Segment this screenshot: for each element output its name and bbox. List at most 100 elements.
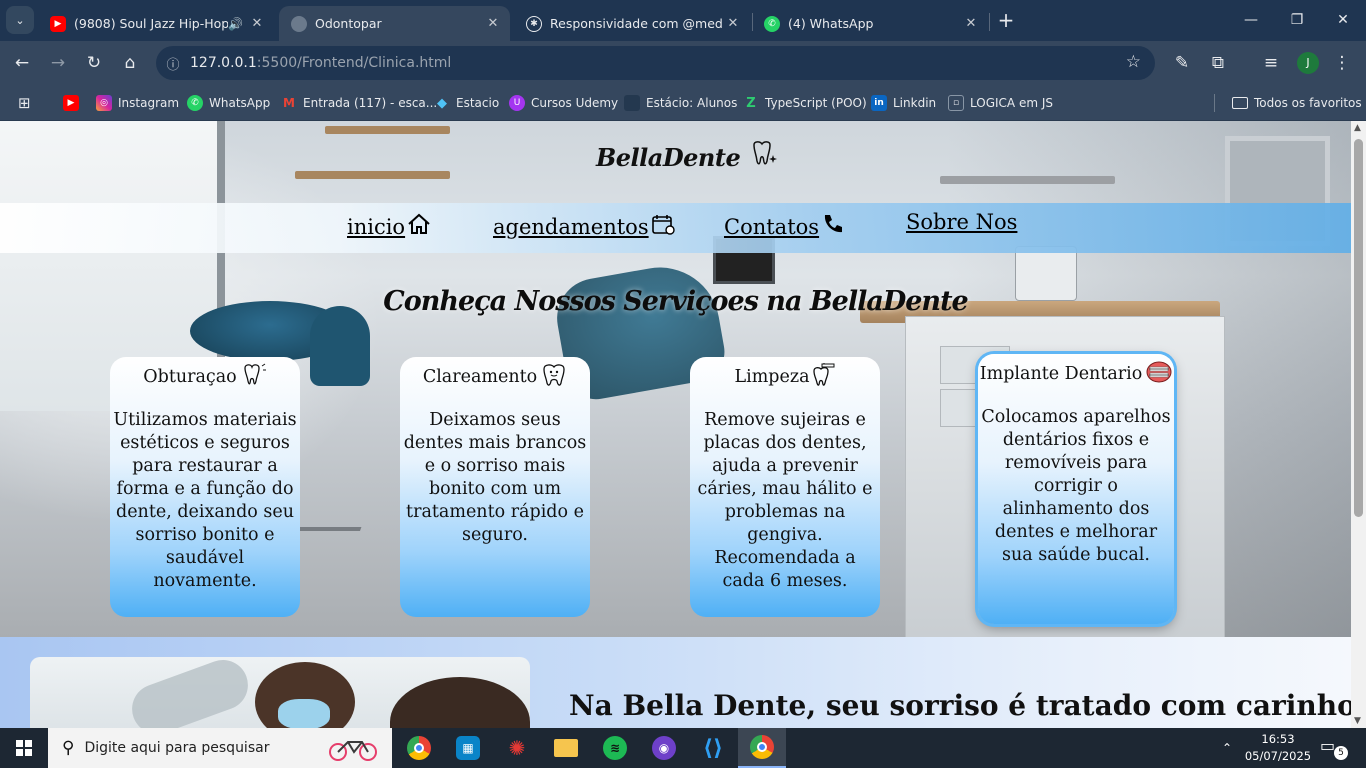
main-navigation: inicio agendamentos Contatos Sobre Nos — [0, 203, 1351, 253]
card-description: Utilizamos materiais estéticos e seguros… — [113, 410, 297, 591]
tooth-sparkle-icon — [748, 139, 778, 175]
scroll-up-icon[interactable]: ▲ — [1354, 123, 1361, 133]
card-title: Clareamento — [422, 367, 538, 387]
chevron-down-icon: ⌄ — [15, 13, 25, 27]
windows-logo-icon — [16, 740, 32, 756]
tab-odontopar[interactable]: Odontopar ✕ — [279, 6, 510, 41]
taskbar-vscode[interactable]: ⟨⟩ — [689, 728, 737, 768]
card-header: Clareamento — [400, 363, 590, 391]
more-menu-icon[interactable]: ⋮ — [1328, 49, 1356, 77]
close-tab-icon[interactable]: ✕ — [482, 16, 504, 31]
notification-icon: ▭ — [1320, 736, 1336, 755]
nav-sobre-nos[interactable]: Sobre Nos — [906, 210, 1017, 234]
notifications-button[interactable]: ▭ 5 — [1320, 736, 1350, 762]
clock-time: 16:53 — [1261, 732, 1295, 746]
gmail-icon: M — [283, 96, 295, 110]
bookmark-whatsapp[interactable]: ✆ WhatsApp — [187, 93, 270, 113]
media-control-icon[interactable]: ≡ — [1257, 49, 1285, 77]
bookmark-estacio[interactable]: ◆ Estacio — [434, 93, 499, 113]
card-header: Obturaçao — [110, 363, 300, 391]
scroll-thumb[interactable] — [1354, 139, 1363, 517]
shelf-image — [295, 171, 450, 179]
close-tab-icon[interactable]: ✕ — [246, 16, 268, 31]
taskbar-chrome-profile[interactable] — [738, 728, 786, 768]
lamp-image — [125, 657, 255, 728]
nav-agendamentos[interactable]: agendamentos — [493, 213, 675, 240]
bookmark-linkedin[interactable]: in Linkdin — [871, 93, 936, 113]
tooth-brush-icon — [810, 361, 836, 392]
card-title: Obturaçao — [143, 367, 237, 387]
taskbar-github[interactable]: ◉ — [640, 728, 688, 768]
bookmark-logica[interactable]: ▫ LOGICA em JS — [948, 93, 1053, 113]
taskbar-chrome[interactable] — [395, 728, 443, 768]
tab-search-button[interactable]: ⌄ — [6, 6, 34, 34]
back-icon[interactable]: ← — [8, 49, 36, 77]
reload-icon[interactable]: ↻ — [80, 49, 108, 77]
page-scrollbar[interactable]: ▲ ▼ — [1351, 121, 1366, 728]
taskbar-spotify[interactable]: ≋ — [591, 728, 639, 768]
taskbar-clock[interactable]: 16:53 05/07/2025 — [1243, 731, 1313, 765]
card-description: Deixamos seus dentes mais brancos e o so… — [403, 410, 587, 545]
bookmark-typescript[interactable]: Z TypeScript (POO) — [743, 93, 866, 113]
nav-label: Sobre Nos — [906, 210, 1018, 234]
bookmark-instagram[interactable]: ◎ Instagram — [96, 93, 179, 113]
service-card-obturacao[interactable]: Obturaçao Utilizamos materiais estéticos… — [110, 357, 300, 617]
tab-whatsapp[interactable]: ✆ (4) WhatsApp ✕ — [752, 6, 988, 41]
estacio-alunos-icon — [624, 95, 640, 111]
tab-youtube[interactable]: ▶ (9808) Soul Jazz Hip-Hop Playlist 🔊 ✕ — [38, 6, 274, 41]
bookmark-youtube[interactable]: ▶ — [63, 93, 85, 113]
folder-icon — [1232, 97, 1248, 109]
new-tab-button[interactable]: + — [993, 8, 1019, 34]
service-card-limpeza[interactable]: Limpeza Remove sujeiras e placas dos den… — [690, 357, 880, 617]
card-title: Implante Dentario — [979, 364, 1143, 384]
bookmark-estacio-alunos[interactable]: Estácio: Alunos — [624, 93, 737, 113]
card-title: Limpeza — [734, 367, 810, 387]
address-bar[interactable]: ⓘ 127.0.0.1:5500/Frontend/Clinica.html ☆ — [156, 46, 1155, 80]
shelf-image — [325, 126, 450, 134]
speaker-icon[interactable]: 🔊 — [228, 17, 246, 31]
minimize-button[interactable]: — — [1228, 0, 1274, 40]
bicycle-icon — [329, 741, 377, 761]
close-window-button[interactable]: ✕ — [1320, 0, 1366, 40]
globe-icon — [291, 15, 307, 32]
eyedropper-icon[interactable]: ✎ — [1168, 49, 1196, 77]
store-icon: ▦ — [456, 736, 480, 760]
about-heading: Na Bella Dente, seu sorriso é tratado co… — [569, 689, 1351, 722]
tray-chevron-icon[interactable]: ⌃ — [1222, 728, 1232, 768]
forward-icon[interactable]: → — [44, 49, 72, 77]
taskbar-explorer[interactable] — [542, 728, 590, 768]
apps-grid-icon[interactable]: ⊞ — [18, 93, 31, 113]
extensions-icon[interactable]: ⧉ — [1204, 49, 1232, 77]
scroll-down-icon[interactable]: ▼ — [1354, 716, 1361, 726]
brand-logo[interactable]: BellaDente — [596, 139, 778, 175]
tab-responsividade[interactable]: ✱ Responsividade com @media ✕ — [514, 6, 750, 41]
all-bookmarks-folder[interactable]: Todos os favoritos — [1232, 93, 1362, 113]
taskbar-store[interactable]: ▦ — [444, 728, 492, 768]
nav-contatos[interactable]: Contatos — [724, 213, 845, 240]
nav-label: inicio — [347, 214, 406, 239]
profile-avatar[interactable]: J — [1297, 52, 1319, 74]
nav-inicio[interactable]: inicio — [347, 213, 431, 240]
browser-toolbar: ← → ↻ ⌂ ⓘ 127.0.0.1:5500/Frontend/Clinic… — [0, 41, 1366, 85]
taskbar-search[interactable]: ⚲ Digite aqui para pesquisar — [48, 728, 392, 768]
bookmark-star-icon[interactable]: ☆ — [1126, 52, 1141, 72]
udemy-icon: U — [509, 95, 525, 111]
page-viewport: BellaDente inicio agendamentos Contatos — [0, 121, 1351, 728]
restore-button[interactable]: ❐ — [1274, 0, 1320, 40]
close-tab-icon[interactable]: ✕ — [722, 16, 744, 31]
estacio-icon: ◆ — [437, 95, 447, 111]
bookmark-udemy[interactable]: U Cursos Udemy — [509, 93, 618, 113]
tab-title: (4) WhatsApp — [788, 16, 874, 31]
site-info-icon[interactable]: ⓘ — [156, 54, 190, 73]
service-card-clareamento[interactable]: Clareamento Deixamos seus dentes mais br… — [400, 357, 590, 617]
bookmark-gmail[interactable]: M Entrada (117) - esca... — [281, 93, 437, 113]
phone-icon — [821, 213, 845, 240]
mask-image — [278, 699, 330, 728]
home-icon[interactable]: ⌂ — [116, 49, 144, 77]
service-card-implante[interactable]: Implante Dentario Colocamos aparelhos de… — [978, 354, 1174, 624]
close-tab-icon[interactable]: ✕ — [960, 16, 982, 31]
card-description: Remove sujeiras e placas dos dentes, aju… — [697, 410, 873, 591]
start-button[interactable] — [0, 728, 48, 768]
github-icon: ◉ — [652, 736, 676, 760]
taskbar-app-red[interactable]: ✺ — [493, 728, 541, 768]
